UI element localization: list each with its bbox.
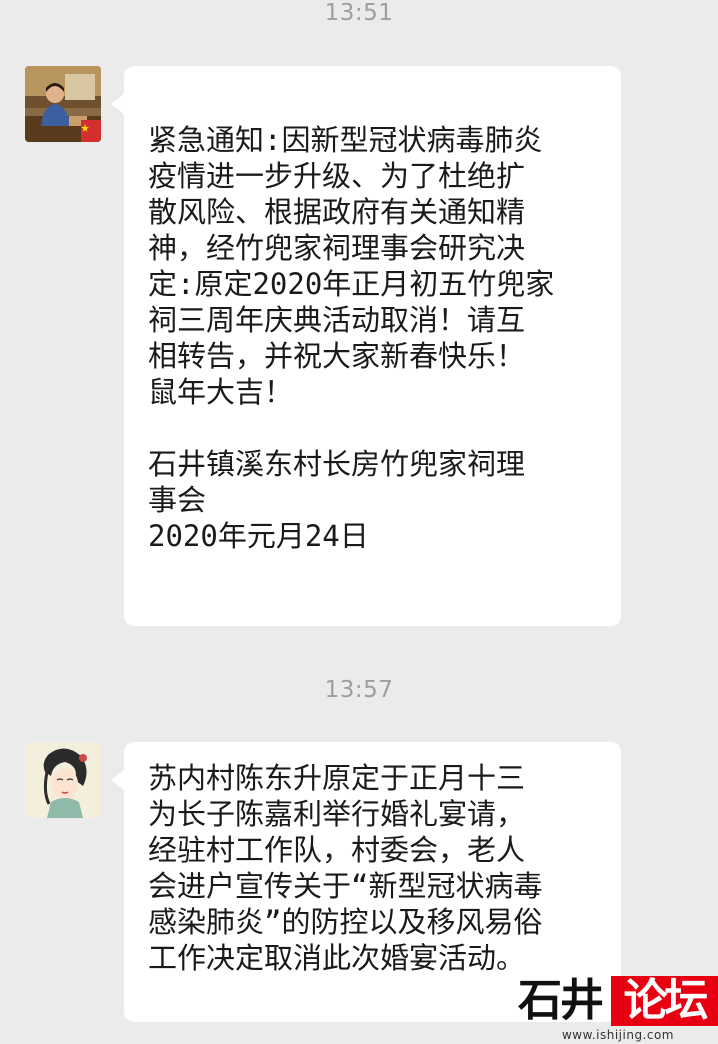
message-text: 苏内村陈东升原定于正月十三 为长子陈嘉利举行婚礼宴请， 经驻村工作队，村委会，老…: [148, 761, 543, 975]
watermark-right-text: 论坛: [611, 976, 718, 1026]
message-text: 紧急通知:因新型冠状病毒肺炎 疫情进一步升级、为了杜绝扩 散风险、根据政府有关通…: [148, 123, 555, 553]
timestamp: 13:57: [324, 677, 394, 703]
site-watermark-logo: 石井 论坛 www.ishijing.com: [518, 976, 718, 1044]
avatar[interactable]: [25, 742, 101, 818]
watermark-url: www.ishijing.com: [561, 1028, 674, 1042]
avatar-photo: [25, 66, 101, 142]
avatar-illustration: [25, 742, 101, 818]
message-bubble[interactable]: 紧急通知:因新型冠状病毒肺炎 疫情进一步升级、为了杜绝扩 散风险、根据政府有关通…: [111, 66, 621, 626]
avatar[interactable]: [25, 66, 101, 142]
timestamp: 13:51: [324, 0, 394, 26]
watermark-left-text: 石井: [518, 975, 604, 1026]
